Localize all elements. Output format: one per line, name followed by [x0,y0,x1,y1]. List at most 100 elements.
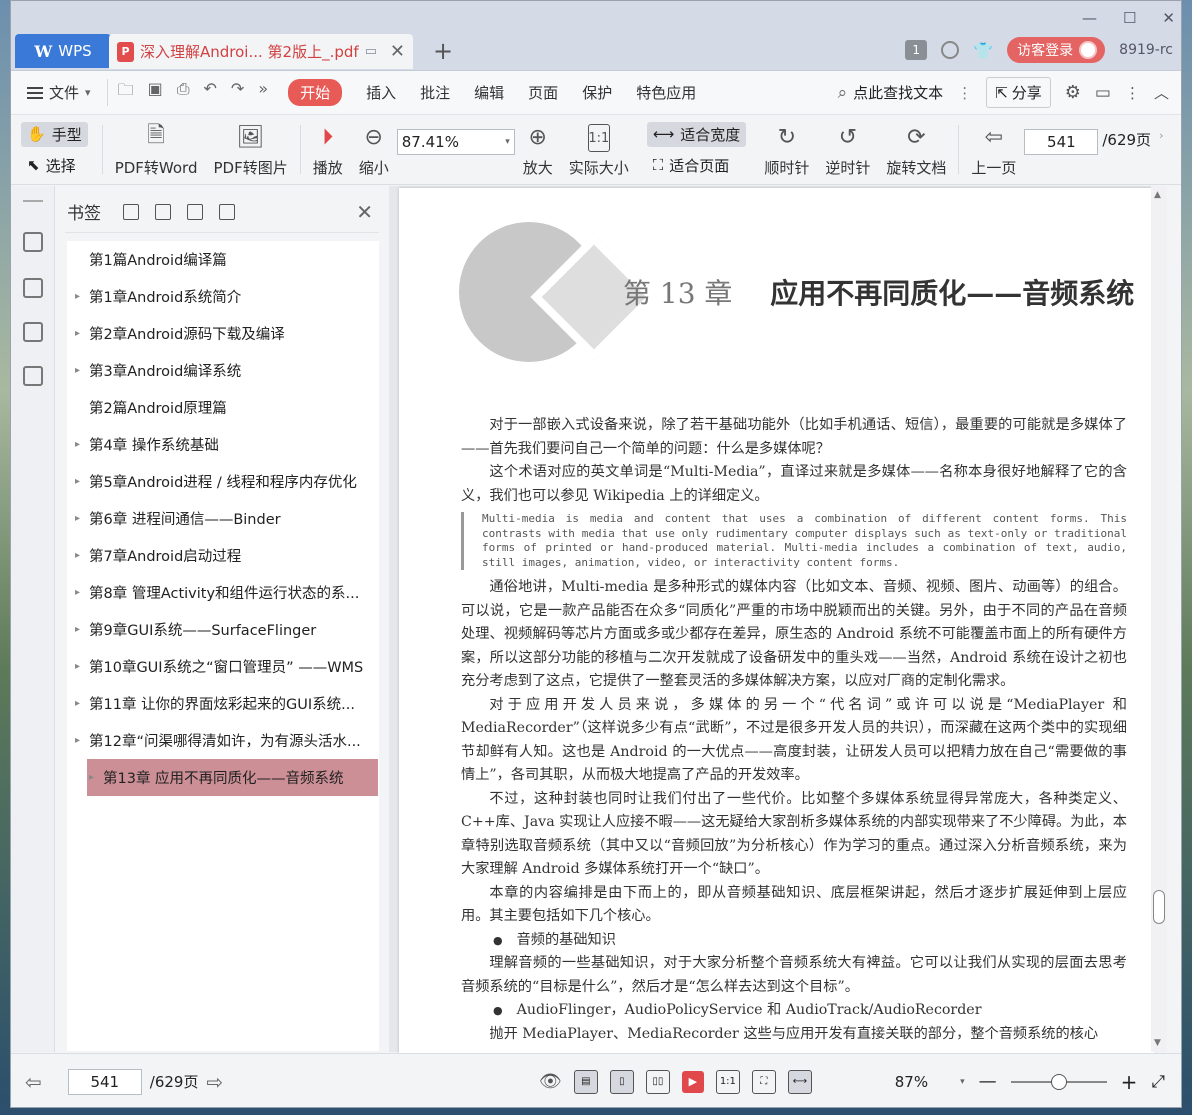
expand-arrow-icon[interactable]: ▸ [75,550,89,561]
expand-arrow-icon[interactable]: ▸ [75,661,89,672]
zoom-level-select[interactable]: 87.41% ▾ [396,129,515,155]
fit-page-button[interactable]: ⛶ 适合页面 [647,153,747,178]
zoom-percent[interactable]: 87% [895,1073,928,1091]
expand-arrow-icon[interactable]: ▸ [75,291,89,302]
close-window-icon[interactable]: ✕ [1162,9,1175,27]
expand-arrow-icon[interactable]: ▸ [75,587,89,598]
expand-arrow-icon[interactable]: ▸ [75,476,89,487]
fit-page-status-icon[interactable]: ⛶ [751,1069,776,1094]
find-text-button[interactable]: ⌕ 点此查找文本 [838,82,944,103]
zoom-minus-icon[interactable]: — [979,1071,997,1092]
play-button[interactable]: ⏵ 播放 [305,115,351,184]
vertical-scrollbar[interactable]: ▲ ▼ [1151,186,1167,1052]
minimize-icon[interactable]: — [1082,9,1097,27]
bookmark-item[interactable]: ▸ 第3章Android编译系统 [67,352,379,389]
pdf-to-word-button[interactable]: 🗎 PDF转Word [107,115,206,184]
chevron-down-icon[interactable]: ▾ [960,1077,965,1087]
attachment-icon[interactable] [23,366,43,386]
document-tab[interactable]: P 深入理解Androi... 第2版上_.pdf ▭ ✕ [109,34,413,69]
zoom-in-button[interactable]: ⊕ 放大 [515,115,561,184]
zoom-slider[interactable] [1010,1073,1107,1090]
fit-width-status-icon[interactable]: ⟷ [787,1069,812,1094]
expand-arrow-icon[interactable]: ▸ [75,439,89,450]
comment-icon[interactable]: ▭ [1095,83,1111,103]
expand-arrow-icon[interactable]: ▸ [89,772,103,783]
gear-icon[interactable]: ⚙ [1065,82,1081,103]
page-number-input[interactable]: 541 [1024,129,1099,155]
share-button[interactable]: ⇱ 分享 [986,77,1051,108]
bookmark-item[interactable]: ▸ 第1章Android系统简介 [67,278,379,315]
actual-size-status-icon[interactable]: 1:1 [715,1069,740,1094]
bookmark-item[interactable]: ▸ 第13章 应用不再同质化——音频系统 [87,759,378,796]
single-page-icon[interactable]: ▯ [609,1069,634,1094]
rotate-clockwise-button[interactable]: ↻ 顺时针 [756,115,817,184]
expand-arrow-icon[interactable]: ▸ [75,513,89,524]
expand-arrow-icon[interactable]: ▸ [75,365,89,376]
thumbnail-icon[interactable] [23,278,43,298]
prev-page-arrow-icon[interactable]: ⇦ [25,1070,42,1094]
menu-page[interactable]: 页面 [528,82,558,103]
bookmark-icon[interactable] [219,203,235,220]
collapse-all-icon[interactable] [155,203,171,220]
bookmark-item[interactable]: ▸ 第9章GUI系统——SurfaceFlinger [67,611,379,648]
expand-arrow-icon[interactable]: ▸ [75,624,89,635]
fullscreen-icon[interactable]: ⤢ [1151,1072,1165,1092]
fit-width-button[interactable]: ⟷ 适合宽度 [646,121,747,147]
slideshow-play-icon[interactable]: ▶ [681,1070,704,1093]
more-options-icon[interactable]: ⋮ [1125,84,1140,102]
scroll-up-icon[interactable]: ▲ [1154,190,1161,200]
more-vertical-icon[interactable]: ⋮ [957,84,972,102]
expand-arrow-icon[interactable]: ▸ [75,735,89,746]
bookmark-item[interactable]: ▸ 第10章GUI系统之“窗口管理员” ——WMS [67,648,379,685]
menu-special-apps[interactable]: 特色应用 [636,82,696,103]
add-bookmark-icon[interactable] [187,203,203,220]
expand-arrow-icon[interactable]: ▸ [75,698,89,709]
two-page-icon[interactable]: ▯▯ [645,1069,670,1094]
menu-start[interactable]: 开始 [288,79,343,106]
expand-all-icon[interactable] [123,203,139,220]
bookmark-item[interactable]: ▸ 第5章Android进程 / 线程和程序内存优化 [67,463,379,500]
actual-size-button[interactable]: 1:1 实际大小 [561,115,637,184]
guest-login-button[interactable]: 访客登录 [1007,37,1106,63]
menu-edit[interactable]: 编辑 [474,82,504,103]
outline-icon[interactable] [23,232,43,252]
zoom-out-button[interactable]: ⊖ 缩小 [351,115,397,184]
rotate-counterclockwise-button[interactable]: ↺ 逆时针 [817,115,878,184]
skin-icon[interactable]: 👕 [973,41,993,60]
bookmark-item[interactable]: ▸ 第11章 让你的界面炫彩起来的GUI系统... [67,685,379,722]
bookmark-item[interactable]: ▸ 第4章 操作系统基础 [67,426,379,463]
bookmark-item[interactable]: 第2篇Android原理篇 [67,389,379,426]
status-page-input[interactable]: 541 [67,1068,142,1095]
scrollbar-thumb[interactable] [1153,890,1165,924]
pdf-to-image-button[interactable]: 🖼 PDF转图片 [205,115,295,184]
zoom-slider-knob[interactable] [1050,1073,1067,1090]
bookmark-item[interactable]: ▸ 第12章“问渠哪得清如许，为有源头活水... [67,722,379,759]
expand-arrow-icon[interactable]: ▸ [75,328,89,339]
menu-insert[interactable]: 插入 [366,82,396,103]
menu-protect[interactable]: 保护 [582,82,612,103]
bookmark-item[interactable]: ▸ 第7章Android启动过程 [67,537,379,574]
bookmark-item[interactable]: ▸ 第6章 进程间通信——Binder [67,500,379,537]
select-tool-button[interactable]: ⬉ 选择 [21,153,88,178]
redo-icon[interactable]: ↷ [231,79,244,106]
menu-annotate[interactable]: 批注 [420,82,450,103]
sync-icon[interactable] [941,41,960,59]
collapse-ribbon-icon[interactable]: ︿ [1154,82,1169,103]
bookmark-item[interactable]: ▸ 第2章Android源码下载及编译 [67,315,379,352]
print-icon[interactable]: ⎙ [177,79,190,106]
document-viewport[interactable]: 第 13 章 应用不再同质化——音频系统 对于一部嵌入式设备来说，除了若干基础功… [389,186,1167,1068]
more-chevron-icon[interactable]: » [258,79,268,106]
close-tab-icon[interactable]: ✕ [390,41,405,62]
file-menu[interactable]: 文件 ▾ [27,82,91,103]
chevron-right-icon[interactable]: › [1159,129,1163,142]
window-count-badge[interactable]: 1 [905,40,928,60]
next-page-arrow-icon[interactable]: ⇨ [206,1070,223,1094]
wps-home-tab[interactable]: W WPS [15,34,111,68]
save-icon[interactable]: ▣ [148,79,163,106]
panel-splitter[interactable] [379,191,389,1053]
close-panel-icon[interactable]: ✕ [356,200,373,224]
bookmark-item[interactable]: ▸ 第8章 管理Activity和组件运行状态的系... [67,574,379,611]
zoom-plus-icon[interactable]: + [1121,1070,1138,1094]
rotate-document-button[interactable]: ⟳ 旋转文档 [878,115,954,184]
continuous-view-icon[interactable]: ▤ [573,1069,598,1094]
